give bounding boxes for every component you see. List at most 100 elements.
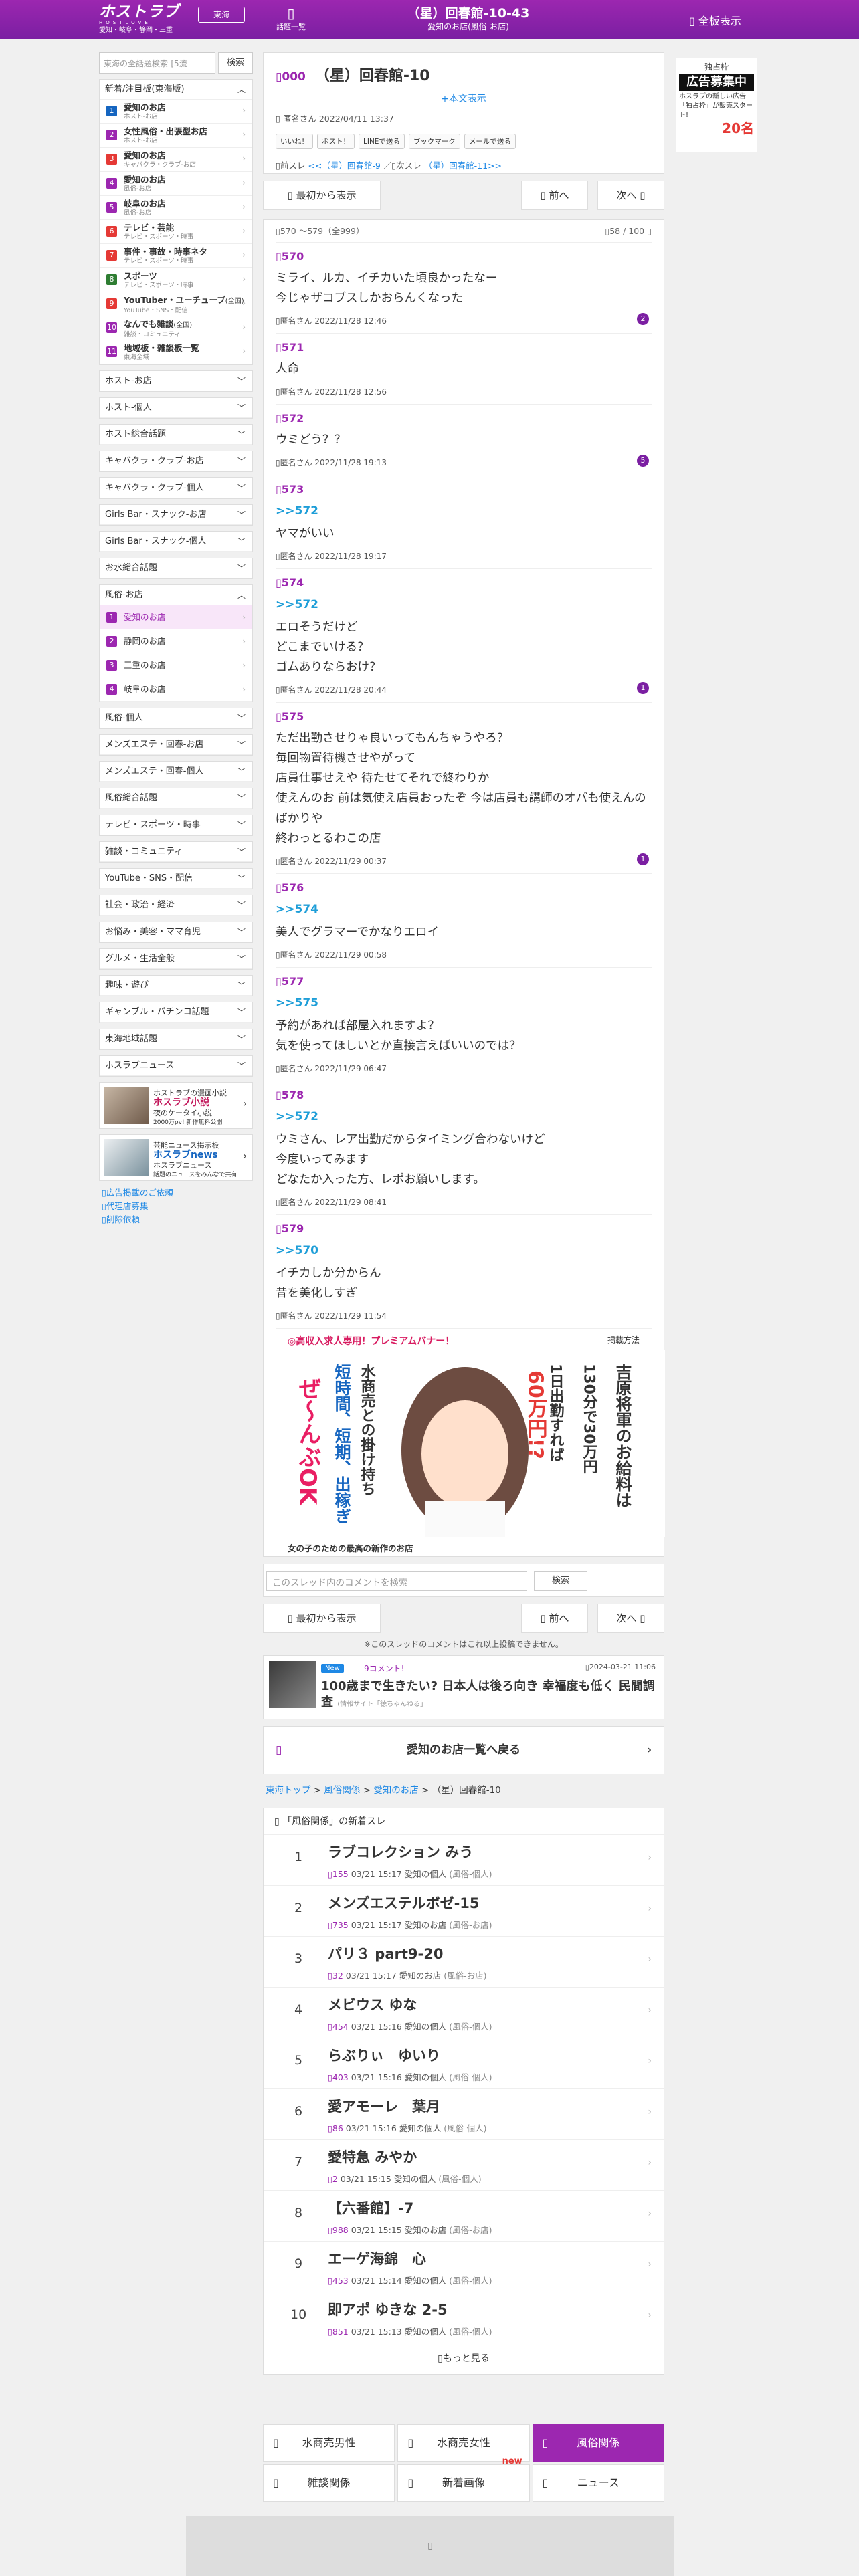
- reply-count-badge[interactable]: 1: [637, 853, 649, 865]
- post-number[interactable]: ▯577: [276, 974, 652, 989]
- category-tab[interactable]: ▯ 雑談関係: [263, 2464, 395, 2502]
- reply-anchor-link[interactable]: >>575: [276, 994, 652, 1012]
- share-button[interactable]: ポスト！: [317, 134, 355, 149]
- post-number[interactable]: ▯575: [276, 710, 652, 724]
- category-tab[interactable]: ▯ 風俗関係: [532, 2424, 664, 2462]
- sidebar-category-item[interactable]: 3 愛知のお店 キャバクラ・クラブ-お店 ›: [100, 148, 252, 172]
- ranking-item[interactable]: 7 愛特急 みやか ▯2 03/21 15:15 愛知の個人 (風俗-個人) ›: [264, 2140, 664, 2191]
- post-number[interactable]: ▯579: [276, 1222, 652, 1237]
- sidebar-category-item[interactable]: 1 愛知のお店 ホスト-お店 ›: [100, 100, 252, 124]
- sidebar-link[interactable]: ▯広告掲載のご依頼: [102, 1186, 253, 1200]
- sidebar-section-header[interactable]: 社会・政治・経済 ﹀: [100, 895, 252, 916]
- ranking-item[interactable]: 1 ラブコレクション みう ▯155 03/21 15:17 愛知の個人 (風俗-個…: [264, 1835, 664, 1886]
- ranking-item[interactable]: 10 即アポ ゆきな 2-5 ▯851 03/21 15:13 愛知の個人 (風俗-…: [264, 2292, 664, 2343]
- ranking-item[interactable]: 5 らぶりぃ ゆいり ▯403 03/21 15:16 愛知の個人 (風俗-個人) ›: [264, 2038, 664, 2089]
- share-button[interactable]: メールで送る: [464, 134, 516, 149]
- sidebar-link[interactable]: ▯代理店募集: [102, 1200, 253, 1213]
- sidebar-section-header[interactable]: キャバクラ・クラブ-お店 ﹀: [100, 451, 252, 471]
- premium-how-link[interactable]: 掲載方法: [607, 1334, 640, 1346]
- sidebar-category-item[interactable]: 4 愛知のお店 風俗-お店 ›: [100, 172, 252, 196]
- sidebar-section-header[interactable]: Girls Bar・スナック-個人 ﹀: [100, 532, 252, 552]
- news-card[interactable]: New 9コメント! ▯2024-03-21 11:06 100歳まで生きたい?…: [263, 1655, 664, 1719]
- category-tab[interactable]: ▯ 水商売男性: [263, 2424, 395, 2462]
- sidebar-section-header[interactable]: お悩み・美容・ママ育児 ﹀: [100, 922, 252, 942]
- comment-search-input[interactable]: このスレッド内のコメントを検索: [266, 1571, 527, 1591]
- prev-thread-link[interactable]: <<（星）回春館-9: [308, 160, 380, 171]
- sidebar-category-item[interactable]: 5 岐阜のお店 風俗-お店 ›: [100, 196, 252, 220]
- sidebar-sub-item[interactable]: 1 愛知のお店 ›: [100, 605, 252, 629]
- sidebar-section-header[interactable]: Girls Bar・スナック-お店 ﹀: [100, 505, 252, 525]
- comment-search-button[interactable]: 検索: [534, 1571, 587, 1591]
- breadcrumb-item[interactable]: 東海トップ: [266, 1785, 311, 1796]
- first-page-button[interactable]: ▯ 最初から表示: [263, 1604, 381, 1633]
- sidebar-section-header[interactable]: 風俗総合話題 ﹀: [100, 788, 252, 809]
- ranking-item[interactable]: 6 愛アモーレ 葉月 ▯86 03/21 15:16 愛知の個人 (風俗-個人) ›: [264, 2089, 664, 2140]
- novel-banner[interactable]: ホストラブの漫画小説 ホスラブ小説 夜のケータイ小説 2000万pv! 新作無料…: [99, 1082, 253, 1129]
- reply-anchor-link[interactable]: >>572: [276, 596, 652, 613]
- next-thread-link[interactable]: （星）回春館-11>>: [424, 160, 502, 171]
- reply-count-badge[interactable]: 2: [637, 313, 649, 325]
- sidebar-section-header[interactable]: 東海地域話題 ﹀: [100, 1029, 252, 1049]
- share-button[interactable]: LINEで送る: [359, 134, 405, 149]
- sidebar-category-item[interactable]: 11 地域板・雑談板一覧 東海全域 ›: [100, 340, 252, 364]
- post-number[interactable]: ▯573: [276, 482, 652, 497]
- breadcrumb-item[interactable]: 愛知のお店: [373, 1785, 419, 1796]
- news-banner[interactable]: 芸能ニュース掲示板 ホスラブnews ホスラブニュース 話題のニュースをみんなで…: [99, 1134, 253, 1181]
- category-tab[interactable]: ▯ 新着画像 new: [397, 2456, 530, 2502]
- sidebar-sub-item[interactable]: 2 静岡のお店 ›: [100, 629, 252, 653]
- back-to-list-button[interactable]: ▯ 愛知のお店一覧へ戻る ›: [263, 1726, 664, 1774]
- ranking-item[interactable]: 3 パリ３ part9-20 ▯32 03/21 15:17 愛知のお店 (風俗-お…: [264, 1937, 664, 1988]
- sidebar-section-header[interactable]: ホスト-お店 ﹀: [100, 371, 252, 391]
- exclusive-ad-banner[interactable]: 独占枠 広告募集中 ホスラブの新しい広告「独占枠」が販売スタート! 20名: [676, 58, 757, 152]
- sidebar-category-item[interactable]: 8 スポーツ テレビ・スポーツ・時事 ›: [100, 268, 252, 292]
- sidebar-section-header[interactable]: お水総合話題 ﹀: [100, 558, 252, 578]
- next-page-button[interactable]: 次へ ▯: [597, 181, 664, 210]
- reply-anchor-link[interactable]: >>572: [276, 502, 652, 520]
- post-number[interactable]: ▯574: [276, 576, 652, 591]
- sidebar-section-header[interactable]: グルメ・生活全般 ﹀: [100, 949, 252, 969]
- open-section-header[interactable]: 風俗-お店 ︿: [100, 585, 252, 605]
- share-button[interactable]: ブックマーク: [408, 134, 460, 149]
- show-body-link[interactable]: +本文表示: [276, 92, 652, 105]
- sidebar-category-item[interactable]: 10 なんでも雑談(全国) 雑談・コミュニティ ›: [100, 316, 252, 340]
- share-button[interactable]: いいね！: [276, 134, 313, 149]
- post-number[interactable]: ▯571: [276, 340, 652, 355]
- reply-count-badge[interactable]: 5: [637, 455, 649, 467]
- sidebar-section-header[interactable]: 趣味・遊び ﹀: [100, 976, 252, 996]
- sidebar-section-header[interactable]: ホスト総合話題 ﹀: [100, 425, 252, 445]
- new-boards-header[interactable]: 新着/注目板(東海版) ︿: [100, 80, 252, 100]
- prev-page-button[interactable]: ▯ 前へ: [521, 1604, 588, 1633]
- first-page-button[interactable]: ▯ 最初から表示: [263, 181, 381, 210]
- prev-page-button[interactable]: ▯ 前へ: [521, 181, 588, 210]
- sidebar-sub-item[interactable]: 4 岐阜のお店 ›: [100, 677, 252, 702]
- reply-anchor-link[interactable]: >>574: [276, 901, 652, 918]
- sidebar-section-header[interactable]: ホスト-個人 ﹀: [100, 398, 252, 418]
- sidebar-category-item[interactable]: 7 事件・事故・時事ネタ テレビ・スポーツ・時事 ›: [100, 244, 252, 268]
- breadcrumb-item[interactable]: 風俗関係: [324, 1785, 360, 1796]
- reply-anchor-link[interactable]: >>570: [276, 1242, 652, 1259]
- reply-anchor-link[interactable]: >>572: [276, 1108, 652, 1125]
- next-page-button[interactable]: 次へ ▯: [597, 1604, 664, 1633]
- category-tab[interactable]: ▯ ニュース: [532, 2464, 664, 2502]
- sidebar-section-header[interactable]: テレビ・スポーツ・時事 ﹀: [100, 815, 252, 835]
- sidebar-section-header[interactable]: ホスラブニュース ﹀: [100, 1056, 252, 1076]
- ranking-item[interactable]: 9 エーゲ海錦 心 ▯453 03/21 15:14 愛知の個人 (風俗-個人) ›: [264, 2242, 664, 2292]
- all-boards-button[interactable]: ▯ 全板表示: [689, 12, 741, 28]
- sidebar-link[interactable]: ▯削除依頼: [102, 1213, 253, 1226]
- sidebar-category-item[interactable]: 6 テレビ・芸能 テレビ・スポーツ・時事 ›: [100, 220, 252, 244]
- sidebar-section-header[interactable]: YouTube・SNS・配信 ﹀: [100, 869, 252, 889]
- ranking-item[interactable]: 2 メンズエステルボゼ-15 ▯735 03/21 15:17 愛知のお店 (風俗-…: [264, 1886, 664, 1937]
- sidebar-category-item[interactable]: 2 女性風俗・出張型お店 ホスト-お店 ›: [100, 124, 252, 148]
- post-number[interactable]: ▯570: [276, 249, 652, 264]
- sidebar-section-header[interactable]: ギャンブル・パチンコ話題 ﹀: [100, 1002, 252, 1023]
- sidebar-category-item[interactable]: 9 YouTuber・ユーチューブ(全国) YouTube・SNS・配信 ›: [100, 292, 252, 316]
- ranking-item[interactable]: 8 【六番館】-7 ▯988 03/21 15:15 愛知のお店 (風俗-お店) ›: [264, 2191, 664, 2242]
- topic-list-button[interactable]: ▯ 話題一覧: [268, 5, 314, 32]
- post-number[interactable]: ▯578: [276, 1088, 652, 1103]
- site-logo[interactable]: ホストラブ HOSTLOVE 愛知・岐阜・静岡・三重: [99, 4, 193, 35]
- premium-banner[interactable]: ◎高収入求人専用！プレミアムバナー！ 掲載方法 ぜ〜んぶOK 短時間、短期、出稼…: [276, 1329, 665, 1556]
- sidebar-section-header[interactable]: 風俗-個人 ﹀: [100, 708, 252, 728]
- ranking-item[interactable]: 4 メビウス ゆな ▯454 03/21 15:16 愛知の個人 (風俗-個人) ›: [264, 1988, 664, 2038]
- reply-count-badge[interactable]: 1: [637, 682, 649, 694]
- more-button[interactable]: ▯もっと見る: [264, 2343, 664, 2374]
